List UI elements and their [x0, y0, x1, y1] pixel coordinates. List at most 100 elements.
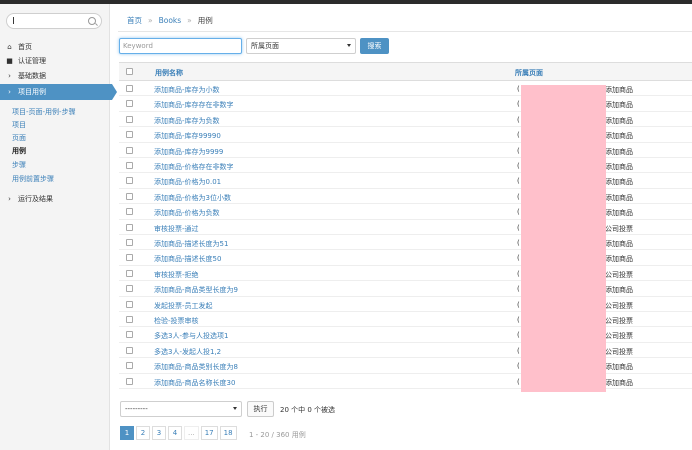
row-checkbox[interactable] — [126, 239, 133, 246]
table-row[interactable]: 添加商品-库存为9999 (添加商品 — [119, 143, 692, 158]
page-link[interactable]: 1 — [120, 426, 134, 440]
case-name-link[interactable]: 发起投票-员工发起 — [154, 301, 213, 311]
case-name-link[interactable]: 多选3人-发起人投1,2 — [154, 347, 221, 357]
case-name-link[interactable]: 添加商品-价格为负数 — [154, 208, 220, 218]
selection-counter: 20 个中 0 个被选 — [280, 406, 336, 414]
case-name-link[interactable]: 添加商品-商品类别长度为8 — [154, 362, 238, 372]
page-link[interactable]: 18 — [219, 426, 237, 440]
row-checkbox[interactable] — [126, 223, 133, 231]
row-checkbox[interactable] — [126, 85, 133, 92]
row-checkbox[interactable] — [126, 377, 133, 385]
row-checkbox[interactable] — [126, 192, 133, 200]
case-name-link[interactable]: 添加商品-商品类型长度为9 — [154, 285, 238, 295]
sub-item-project[interactable]: 项目 — [12, 120, 26, 130]
table-row[interactable]: 多选3人-参与人投选项1 (公司投票 — [119, 327, 692, 343]
case-name-link[interactable]: 添加商品-库存为小数 — [154, 85, 220, 95]
page-cell-prefix: ( — [517, 377, 520, 386]
nav-item-basic-data[interactable]: › 基础数据 — [0, 68, 110, 84]
sub-item-page[interactable]: 页面 — [12, 133, 26, 143]
case-name-link[interactable]: 多选3人-参与人投选项1 — [154, 331, 228, 341]
case-name-link[interactable]: 检验-投票审核 — [154, 316, 199, 326]
table-row[interactable]: 添加商品-价格存在非数字 (添加商品 — [119, 158, 692, 174]
row-checkbox[interactable] — [126, 285, 133, 293]
row-checkbox[interactable] — [126, 162, 133, 169]
breadcrumb-separator: » — [187, 16, 192, 25]
row-checkbox[interactable] — [126, 146, 133, 154]
row-checkbox[interactable] — [126, 346, 133, 354]
divider — [118, 31, 692, 32]
bulk-action-select[interactable]: --------- — [120, 401, 242, 417]
breadcrumb-home[interactable]: 首页 — [127, 15, 142, 26]
page-link[interactable]: 3 — [152, 426, 166, 440]
breadcrumb-app[interactable]: Books — [159, 16, 182, 25]
row-checkbox[interactable] — [126, 269, 133, 277]
case-name-link[interactable]: 添加商品-描述长度50 — [154, 254, 221, 264]
row-checkbox[interactable] — [126, 208, 133, 216]
sub-item-case[interactable]: 用例 — [12, 146, 26, 156]
table-row[interactable]: 审核投票-通过 (公司投票 — [119, 220, 692, 235]
table-row[interactable]: 添加商品-描述长度为51 (添加商品 — [119, 235, 692, 251]
sidebar-search-input[interactable]: I — [6, 13, 102, 29]
sub-item-precondition-step[interactable]: 用例前置步骤 — [12, 174, 54, 184]
page-link[interactable]: 17 — [200, 426, 218, 440]
case-name-link[interactable]: 审核投票-拒绝 — [154, 270, 199, 280]
table-row[interactable]: 添加商品-库存存在非数字 (添加商品 — [119, 96, 692, 112]
case-name-link[interactable]: 添加商品-价格为0.01 — [154, 177, 221, 187]
case-name-link[interactable]: 添加商品-描述长度为51 — [154, 239, 228, 249]
table-row[interactable]: 添加商品-库存为负数 (添加商品 — [119, 112, 692, 128]
page-link[interactable]: 4 — [168, 426, 182, 440]
page-cell-value: 公司投票 — [605, 317, 633, 325]
table-row[interactable]: 添加商品-商品名称长度30 (添加商品 — [119, 374, 692, 389]
table-row[interactable]: 添加商品-价格为3位小数 (添加商品 — [119, 189, 692, 205]
case-name-link[interactable]: 添加商品-库存存在非数字 — [154, 100, 234, 110]
row-checkbox[interactable] — [126, 115, 133, 123]
nav-item-run-results[interactable]: › 运行及结果 — [0, 191, 110, 207]
nav-item-label: 首页 — [18, 43, 32, 51]
breadcrumb-current: 用例 — [197, 16, 213, 25]
table-row[interactable]: 添加商品-价格为0.01 (添加商品 — [119, 173, 692, 189]
nav-item-project-cases[interactable]: › 项目用例 — [0, 84, 117, 100]
column-header-page[interactable]: 所属页面 — [515, 68, 543, 78]
page-cell-prefix: ( — [517, 208, 520, 217]
page-cell-prefix: ( — [517, 146, 520, 155]
keyword-search-input[interactable] — [119, 38, 242, 54]
table-row[interactable]: 添加商品-库存为小数 (添加商品 — [119, 81, 692, 97]
row-checkbox[interactable] — [126, 100, 133, 108]
row-checkbox[interactable] — [126, 131, 133, 139]
select-all-checkbox[interactable] — [126, 68, 133, 75]
table-row[interactable]: 检验-投票审核 (公司投票 — [119, 312, 692, 328]
row-checkbox[interactable] — [126, 300, 133, 308]
page-link[interactable]: 2 — [136, 426, 150, 440]
case-name-link[interactable]: 添加商品-库存为负数 — [154, 116, 220, 126]
row-checkbox[interactable] — [126, 316, 133, 323]
row-checkbox[interactable] — [126, 177, 133, 185]
table-row[interactable]: 添加商品-商品类别长度为8 (添加商品 — [119, 358, 692, 374]
table-row[interactable]: 添加商品-描述长度50 (添加商品 — [119, 250, 692, 266]
row-checkbox[interactable] — [126, 254, 133, 262]
sub-item-step[interactable]: 步骤 — [12, 160, 26, 170]
search-icon[interactable] — [88, 17, 96, 25]
row-checkbox[interactable] — [126, 331, 133, 339]
table-row[interactable]: 发起投票-员工发起 (公司投票 — [119, 297, 692, 312]
pagination: 1 2 3 4... 17 18 — [120, 426, 237, 440]
sub-item-project-page-case-step[interactable]: 项目-页面-用例-步骤 — [12, 107, 76, 117]
page-filter-select[interactable]: 所属页面 — [246, 38, 356, 54]
table-row[interactable]: 添加商品-商品类型长度为9 (添加商品 — [119, 281, 692, 297]
case-name-link[interactable]: 添加商品-价格存在非数字 — [154, 162, 234, 172]
case-name-link[interactable]: 添加商品-库存99990 — [154, 131, 221, 141]
case-name-link[interactable]: 审核投票-通过 — [154, 224, 199, 234]
case-name-link[interactable]: 添加商品-商品名称长度30 — [154, 378, 235, 388]
nav-item-auth[interactable]: ■ 认证管理 — [0, 53, 110, 69]
column-header-name[interactable]: 用例名称 — [155, 68, 183, 78]
execute-button[interactable]: 执行 — [247, 401, 274, 417]
table-row[interactable]: 添加商品-价格为负数 (添加商品 — [119, 204, 692, 220]
table-row[interactable]: 多选3人-发起人投1,2 (公司投票 — [119, 343, 692, 359]
table-row[interactable]: 添加商品-库存99990 (添加商品 — [119, 127, 692, 143]
table-row[interactable]: 审核投票-拒绝 (公司投票 — [119, 266, 692, 282]
case-name-link[interactable]: 添加商品-价格为3位小数 — [154, 193, 231, 203]
search-button[interactable]: 搜索 — [360, 38, 389, 54]
page-cell-value: 添加商品 — [605, 101, 633, 110]
case-name-link[interactable]: 添加商品-库存为9999 — [154, 147, 223, 157]
page-cell-value: 添加商品 — [605, 86, 633, 94]
row-checkbox[interactable] — [126, 362, 133, 370]
